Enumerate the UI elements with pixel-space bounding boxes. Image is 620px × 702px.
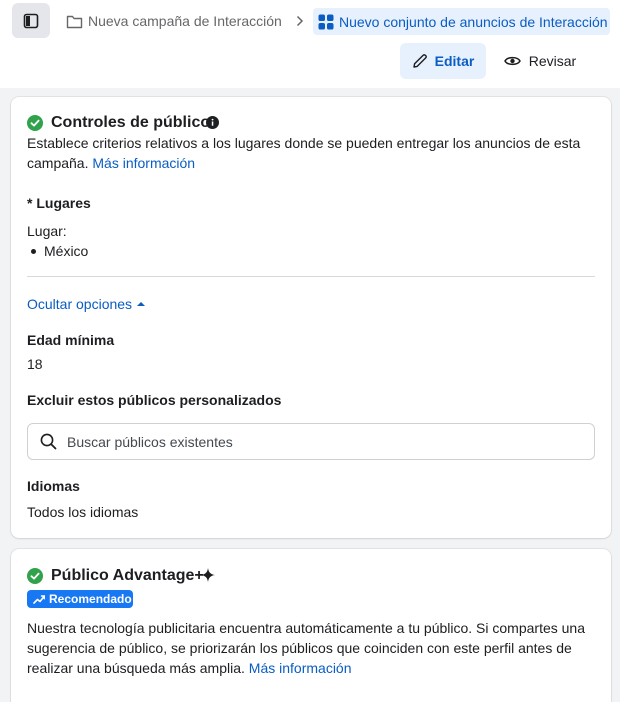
divider bbox=[27, 276, 595, 277]
sparkle-icon bbox=[201, 568, 215, 582]
bullet bbox=[31, 248, 36, 254]
more-info-link[interactable]: Más información bbox=[92, 155, 195, 171]
search-audiences-field[interactable] bbox=[27, 423, 595, 460]
breadcrumb-ad-set-label: Nuevo conjunto de anuncios de Interacció… bbox=[339, 13, 608, 30]
breadcrumb-separator bbox=[293, 12, 307, 30]
recommended-badge-label: Recomendado bbox=[49, 592, 132, 606]
edit-button[interactable]: Editar bbox=[400, 43, 486, 79]
recommended-badge: Recomendado bbox=[27, 590, 133, 608]
hide-options-label: Ocultar opciones bbox=[27, 296, 133, 312]
sidebar-toggle-icon bbox=[23, 13, 39, 28]
breadcrumb-ad-set[interactable]: Nuevo conjunto de anuncios de Interacció… bbox=[313, 8, 610, 35]
languages-label: Idiomas bbox=[27, 478, 80, 494]
breadcrumb-campaign-label: Nueva campaña de Interacción bbox=[88, 13, 282, 29]
advantage-audience-card: Público Advantage+ Recomendado Nuestra t… bbox=[11, 549, 611, 702]
location-list-item: México bbox=[31, 241, 88, 261]
edit-button-label: Editar bbox=[434, 53, 475, 69]
advantage-audience-title: Público Advantage+ bbox=[51, 567, 204, 584]
search-icon bbox=[40, 433, 57, 450]
check-circle-icon bbox=[27, 568, 43, 584]
advantage-description: Nuestra tecnología publicitaria encuentr… bbox=[27, 620, 585, 676]
exclude-audiences-label: Excluir estos públicos personalizados bbox=[27, 392, 282, 408]
trend-icon bbox=[33, 595, 45, 604]
pencil-icon bbox=[412, 54, 427, 68]
min-age-value: 18 bbox=[27, 356, 43, 372]
advantage-more-info-link[interactable]: Más información bbox=[249, 660, 352, 676]
folder-icon bbox=[66, 15, 83, 28]
eye-icon bbox=[503, 56, 521, 66]
sidebar-toggle-button[interactable] bbox=[12, 3, 50, 38]
hide-options-link[interactable]: Ocultar opciones bbox=[27, 295, 146, 313]
review-button-label: Revisar bbox=[528, 53, 577, 69]
location-value: México bbox=[44, 243, 89, 259]
review-button[interactable]: Revisar bbox=[494, 43, 586, 79]
check-circle-icon bbox=[27, 115, 43, 131]
caret-up-icon bbox=[137, 302, 146, 306]
location-prefix: Lugar: bbox=[27, 223, 67, 239]
chevron-right-icon bbox=[296, 15, 304, 27]
languages-value: Todos los idiomas bbox=[27, 504, 139, 520]
audience-controls-title: Controles de público bbox=[51, 114, 211, 131]
search-audiences-input[interactable] bbox=[67, 426, 567, 457]
audience-controls-card: Controles de público Establece criterios… bbox=[11, 97, 611, 538]
audience-controls-description: Establece criterios relativos a los luga… bbox=[27, 135, 581, 171]
breadcrumb-campaign[interactable]: Nueva campaña de Interacción bbox=[66, 10, 282, 32]
top-bar: Nueva campaña de Interacción Nuevo conju… bbox=[0, 0, 620, 88]
grid-icon bbox=[318, 14, 334, 29]
info-icon[interactable] bbox=[206, 116, 219, 129]
locations-label: * Lugares bbox=[27, 195, 91, 211]
min-age-label: Edad mínima bbox=[27, 332, 115, 348]
